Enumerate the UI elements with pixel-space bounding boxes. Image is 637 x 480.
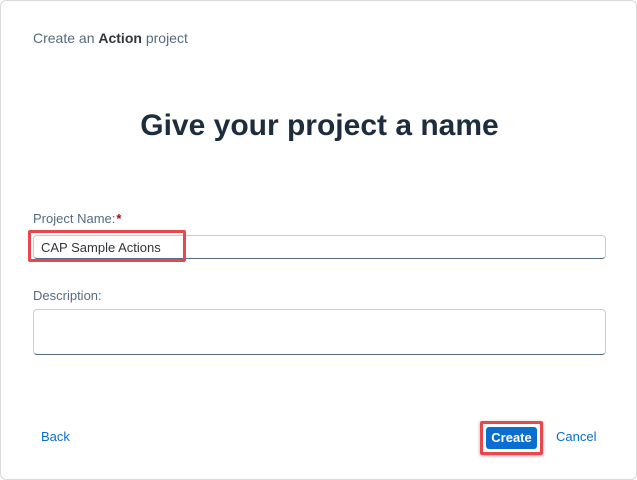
- back-button[interactable]: Back: [41, 429, 70, 445]
- project-name-input[interactable]: [33, 235, 606, 259]
- description-label: Description:: [33, 288, 102, 303]
- cancel-button[interactable]: Cancel: [556, 429, 596, 445]
- project-name-label-text: Project Name:: [33, 211, 116, 226]
- create-button[interactable]: Create: [486, 427, 537, 449]
- required-indicator: *: [116, 211, 122, 226]
- page-title: Give your project a name: [140, 109, 499, 142]
- create-project-dialog: Create an Action project Give your proje…: [0, 0, 637, 480]
- header-suffix: project: [145, 30, 188, 46]
- header-emphasis: Action: [98, 30, 142, 46]
- header-prefix: Create an: [33, 30, 95, 46]
- description-input[interactable]: [33, 309, 606, 355]
- dialog-header-title: Create an Action project: [33, 29, 188, 47]
- project-name-label: Project Name:*: [33, 211, 121, 227]
